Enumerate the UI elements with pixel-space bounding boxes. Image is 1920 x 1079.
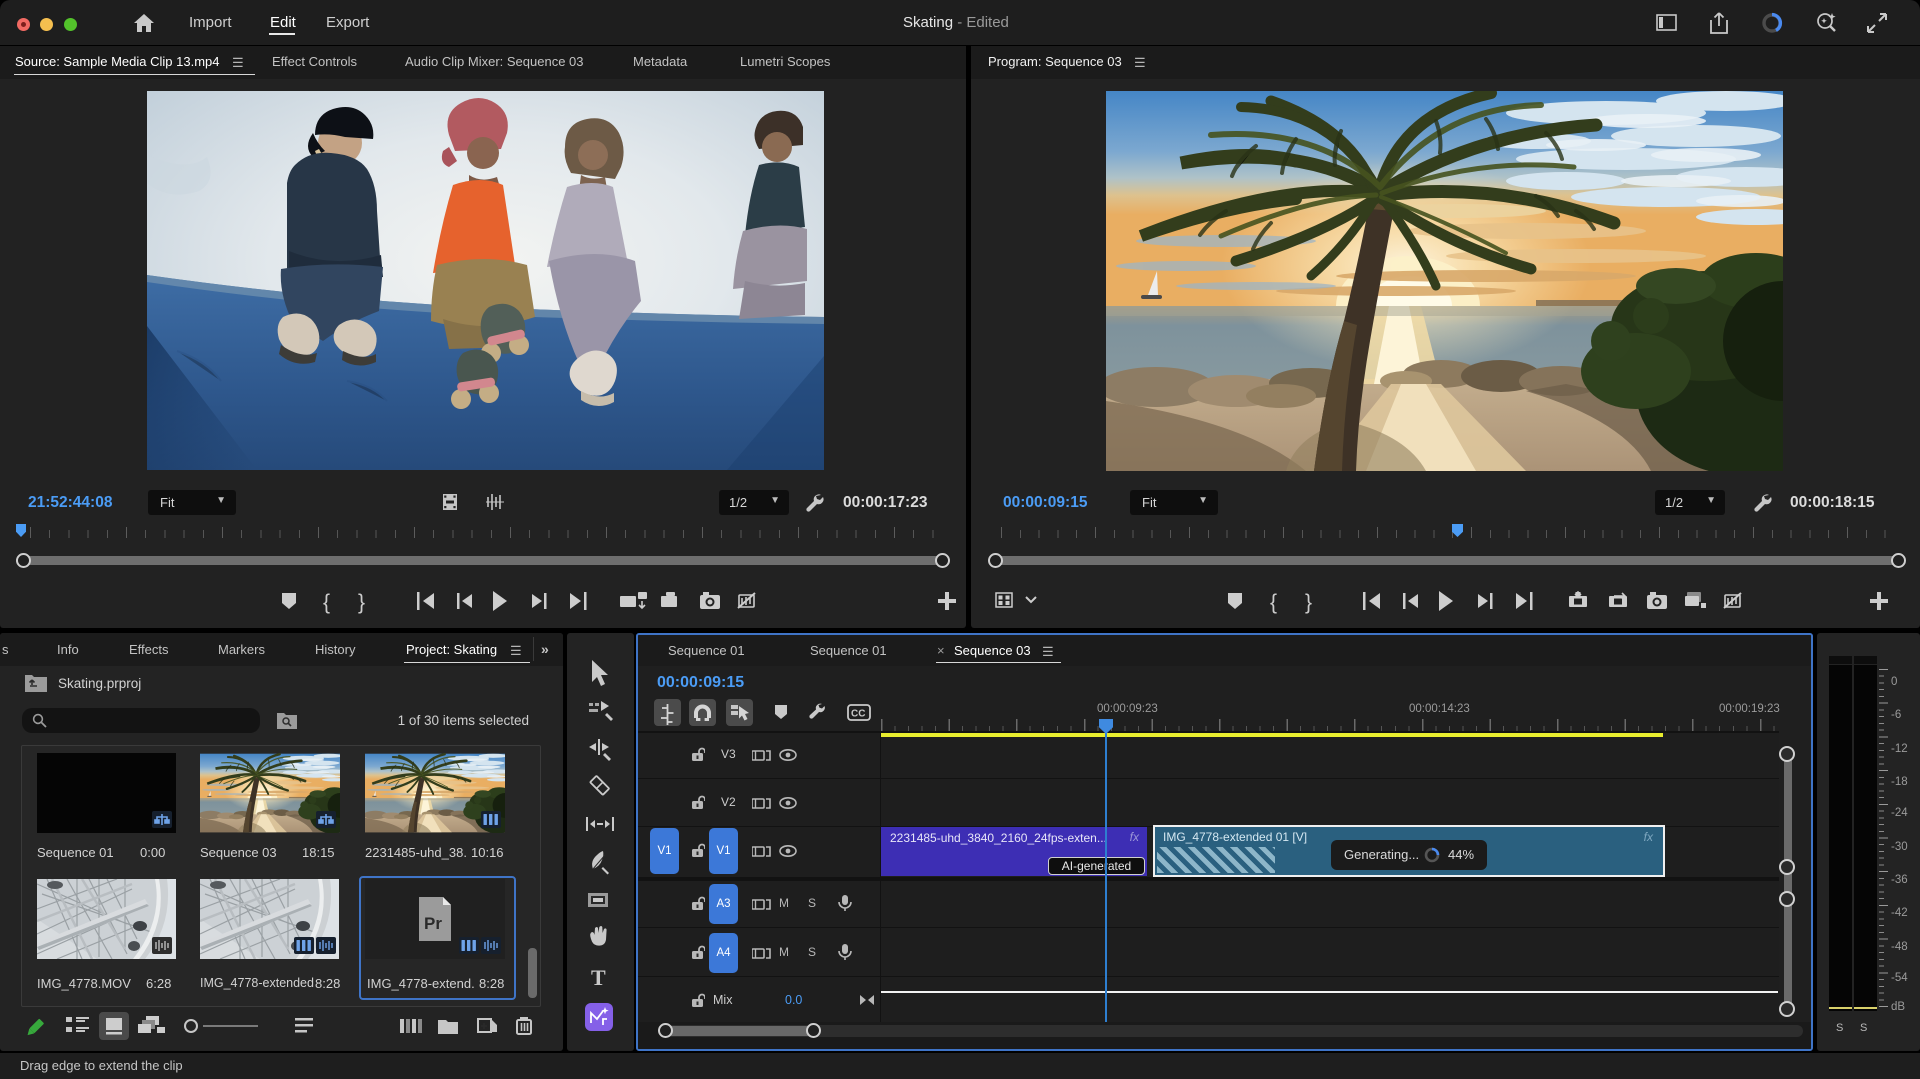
svg-text:{: { bbox=[1270, 591, 1277, 614]
svg-text:Pr: Pr bbox=[424, 914, 442, 933]
svg-text:}: } bbox=[358, 591, 365, 614]
svg-text:}: } bbox=[1305, 591, 1312, 614]
svg-text:T: T bbox=[591, 965, 606, 990]
svg-text:CC: CC bbox=[851, 709, 865, 720]
svg-text:{: { bbox=[323, 591, 330, 614]
